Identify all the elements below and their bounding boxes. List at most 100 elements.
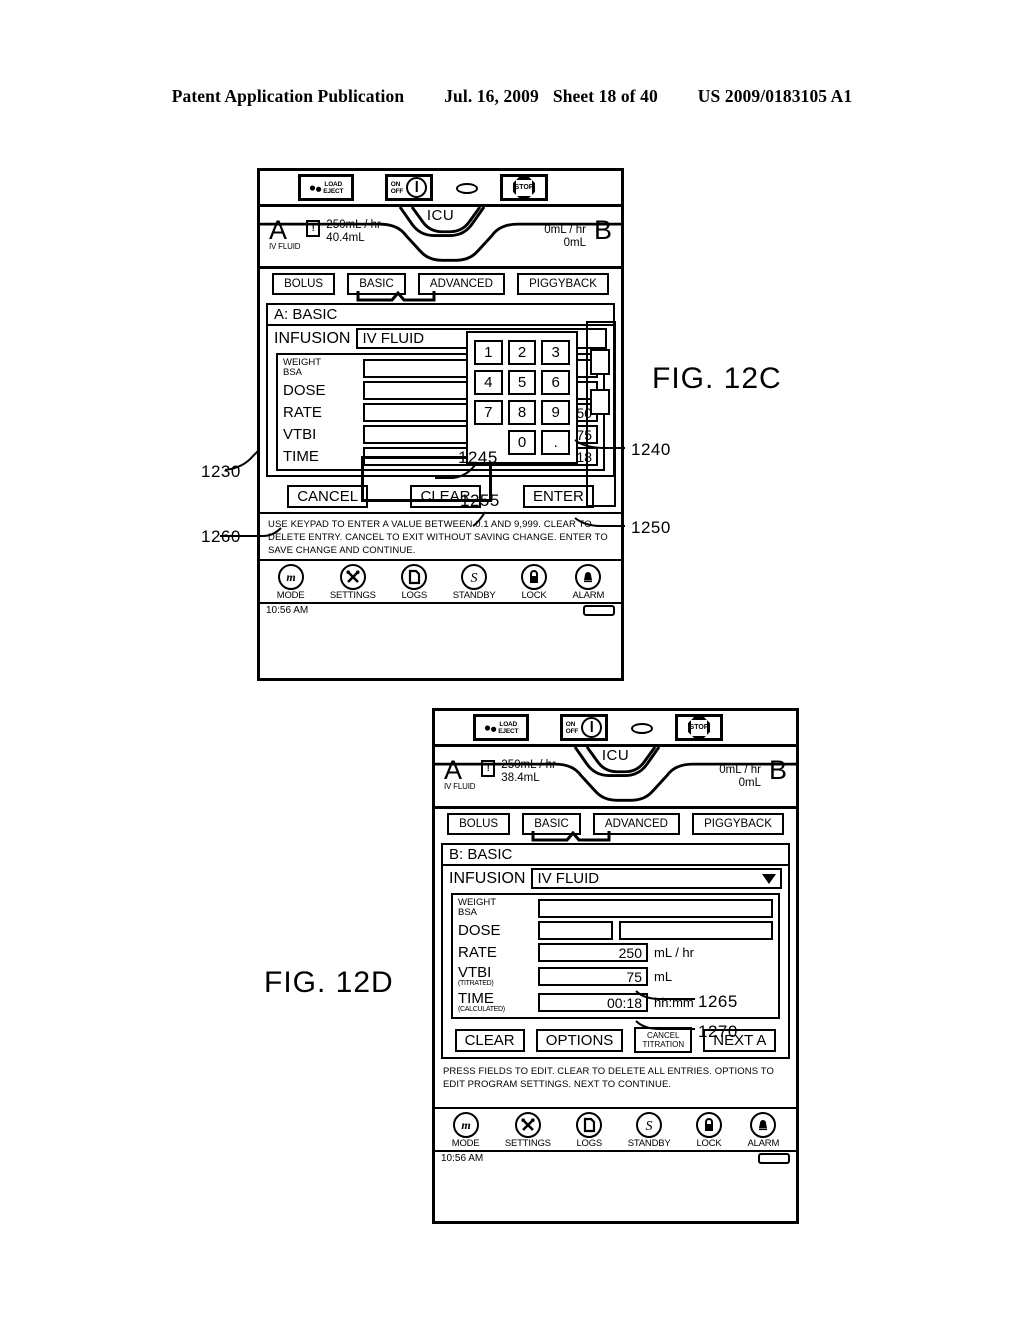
field-row-dose-d[interactable]: DOSE xyxy=(458,921,773,940)
softkey-alarm[interactable]: ALARM xyxy=(572,564,604,601)
infusion-type-value: IV FLUID xyxy=(362,330,425,347)
enter-button[interactable]: ENTER xyxy=(522,485,594,508)
field-row-rate-d[interactable]: RATE 250 mL / hr xyxy=(458,943,773,962)
keypad-key-9[interactable]: 9 xyxy=(541,400,570,425)
channel-b-volume: 0mL xyxy=(563,237,586,249)
power-icon xyxy=(406,177,428,198)
vtbi-input-d[interactable]: 75 xyxy=(538,967,648,986)
fig12c-device: ●● LOADEJECT ONOFF STOP ICU A IV FLUID xyxy=(257,168,624,681)
keypad-key-decimal[interactable]: . xyxy=(541,430,570,455)
keypad-key-6[interactable]: 6 xyxy=(541,370,570,395)
stop-button[interactable]: STOP xyxy=(500,174,548,201)
panel-title-d: B: BASIC xyxy=(443,845,788,866)
rate-unit-d: mL / hr xyxy=(654,945,694,960)
callout-1255: 1255 xyxy=(460,491,500,510)
channel-b-letter-d: B xyxy=(768,755,787,785)
infusion-type-select-d[interactable]: IV FLUID xyxy=(531,868,782,889)
channel-b-info[interactable]: 0mL / hr 0mL B xyxy=(544,215,612,250)
softkey-lock-label-d: LOCK xyxy=(696,1138,722,1149)
status-time: 10:56 AM xyxy=(266,605,309,616)
channel-b-info-d[interactable]: 0mL / hr 0mL B xyxy=(719,755,787,790)
fig12d-device: ●● LOADEJECT ONOFF STOP ICU A IV FLUID xyxy=(432,708,799,1224)
load-eject-label-d: LOAD EJECT xyxy=(498,720,519,735)
load-eject-button-d[interactable]: ●● LOAD EJECT xyxy=(473,714,529,741)
tab-piggyback[interactable]: PIGGYBACK xyxy=(517,273,609,295)
softkey-logs-d[interactable]: LOGS xyxy=(576,1112,603,1149)
battery-icon xyxy=(758,1153,790,1164)
softkey-settings-d[interactable]: SETTINGS xyxy=(505,1112,551,1149)
softkey-alarm-label: ALARM xyxy=(572,590,605,601)
softkey-mode-label-d: MODE xyxy=(451,1138,480,1149)
cancel-button[interactable]: CANCEL xyxy=(287,485,369,508)
softkey-lock[interactable]: LOCK xyxy=(520,564,547,601)
rate-input-d[interactable]: 250 xyxy=(538,943,648,962)
field-row-weight-d[interactable]: WEIGHT BSA xyxy=(458,898,773,918)
infusion-row-d: INFUSION IV FLUID xyxy=(443,866,788,893)
softkey-settings[interactable]: SETTINGS xyxy=(330,564,376,601)
mode-m-icon: m xyxy=(452,1112,479,1138)
oval-indicator-icon[interactable] xyxy=(631,723,653,734)
softkey-logs[interactable]: LOGS xyxy=(401,564,428,601)
stop-octagon-icon: STOP xyxy=(688,716,710,739)
softkey-standby[interactable]: S STANDBY xyxy=(453,564,496,601)
cancel-titration-button-d[interactable]: CANCEL TITRATION xyxy=(634,1027,693,1053)
keypad-key-4[interactable]: 4 xyxy=(474,370,503,395)
tab-bolus[interactable]: BOLUS xyxy=(272,273,336,295)
svg-text:S: S xyxy=(646,1119,653,1133)
time-unit-d: hh:mm xyxy=(654,995,694,1010)
softkey-mode-d[interactable]: m MODE xyxy=(452,1112,480,1149)
keypad-key-2[interactable]: 2 xyxy=(507,340,537,365)
weight-input-d[interactable] xyxy=(538,898,773,918)
channel-b-rate-d: 0mL / hr xyxy=(719,764,761,776)
weight-bsa-label-d: WEIGHT BSA xyxy=(458,897,496,918)
channel-a-sublabel-d: IV FLUID xyxy=(444,782,476,791)
options-button-d[interactable]: OPTIONS xyxy=(535,1028,624,1052)
oval-indicator-icon[interactable] xyxy=(456,183,478,194)
softkey-alarm-label-d: ALARM xyxy=(747,1138,780,1149)
softkey-alarm-d[interactable]: ALARM xyxy=(747,1112,779,1149)
chevron-down-icon xyxy=(762,873,776,884)
svg-text:S: S xyxy=(471,571,478,585)
dose-input-unit-d[interactable] xyxy=(619,921,773,940)
keypad-key-1[interactable]: 1 xyxy=(474,340,503,365)
channel-b-letter: B xyxy=(593,215,612,245)
lock-padlock-icon xyxy=(520,564,547,590)
softkey-mode[interactable]: m MODE xyxy=(277,564,305,601)
field-row-vtbi-d[interactable]: VTBI (TITRATED) 75 mL xyxy=(458,965,773,988)
keypad-key-3[interactable]: 3 xyxy=(541,340,570,365)
tab-piggyback-d[interactable]: PIGGYBACK xyxy=(692,813,784,835)
time-input-d[interactable]: 00:18 xyxy=(538,993,648,1012)
time-label: TIME xyxy=(283,448,319,465)
softkey-standby-d[interactable]: S STANDBY xyxy=(628,1112,671,1149)
softkey-settings-label-d: SETTINGS xyxy=(504,1138,551,1149)
channel-a-info[interactable]: A IV FLUID ! 250mL / hr 40.4mL xyxy=(269,217,381,252)
vtbi-unit-d: mL xyxy=(654,969,673,984)
keypad-key-8[interactable]: 8 xyxy=(507,400,537,425)
softkey-lock-d[interactable]: LOCK xyxy=(695,1112,722,1149)
stop-button-d[interactable]: STOP xyxy=(675,714,723,741)
time-label-d: TIME (CALCULATED) xyxy=(458,990,505,1013)
keypad-key-7[interactable]: 7 xyxy=(474,400,503,425)
channel-a-info-d[interactable]: A IV FLUID ! 250mL / hr 38.4mL xyxy=(444,757,556,792)
droplet-icon: ●● xyxy=(482,719,498,736)
mode-tab-row: BOLUS BASIC ADVANCED PIGGYBACK xyxy=(260,269,621,299)
status-bar: 10:56 AM xyxy=(260,602,621,617)
load-eject-button[interactable]: ●● LOAD EJECT xyxy=(298,174,354,201)
weight-bsa-label: WEIGHT BSA xyxy=(283,357,321,378)
keypad-key-5[interactable]: 5 xyxy=(507,370,537,395)
on-off-button[interactable]: ON OFF xyxy=(385,174,433,201)
channel-a-sublabel: IV FLUID xyxy=(269,242,301,251)
keypad-key-0[interactable]: 0 xyxy=(507,430,537,455)
softkey-logs-label-d: LOGS xyxy=(576,1138,603,1149)
alarm-bell-icon xyxy=(575,564,602,590)
rate-label: RATE xyxy=(283,404,322,421)
mode-tab-row-d: BOLUS BASIC ADVANCED PIGGYBACK xyxy=(435,809,796,839)
instruction-text-d: PRESS FIELDS TO EDIT. CLEAR TO DELETE AL… xyxy=(443,1066,774,1090)
right-field-box-1 xyxy=(590,349,610,375)
clear-button-d[interactable]: CLEAR xyxy=(454,1028,525,1052)
svg-text:m: m xyxy=(286,570,295,584)
tab-bolus-d[interactable]: BOLUS xyxy=(447,813,511,835)
on-off-button-d[interactable]: ON OFF xyxy=(560,714,608,741)
infusion-label: INFUSION xyxy=(274,329,351,347)
dose-input-value-d[interactable] xyxy=(538,921,613,940)
